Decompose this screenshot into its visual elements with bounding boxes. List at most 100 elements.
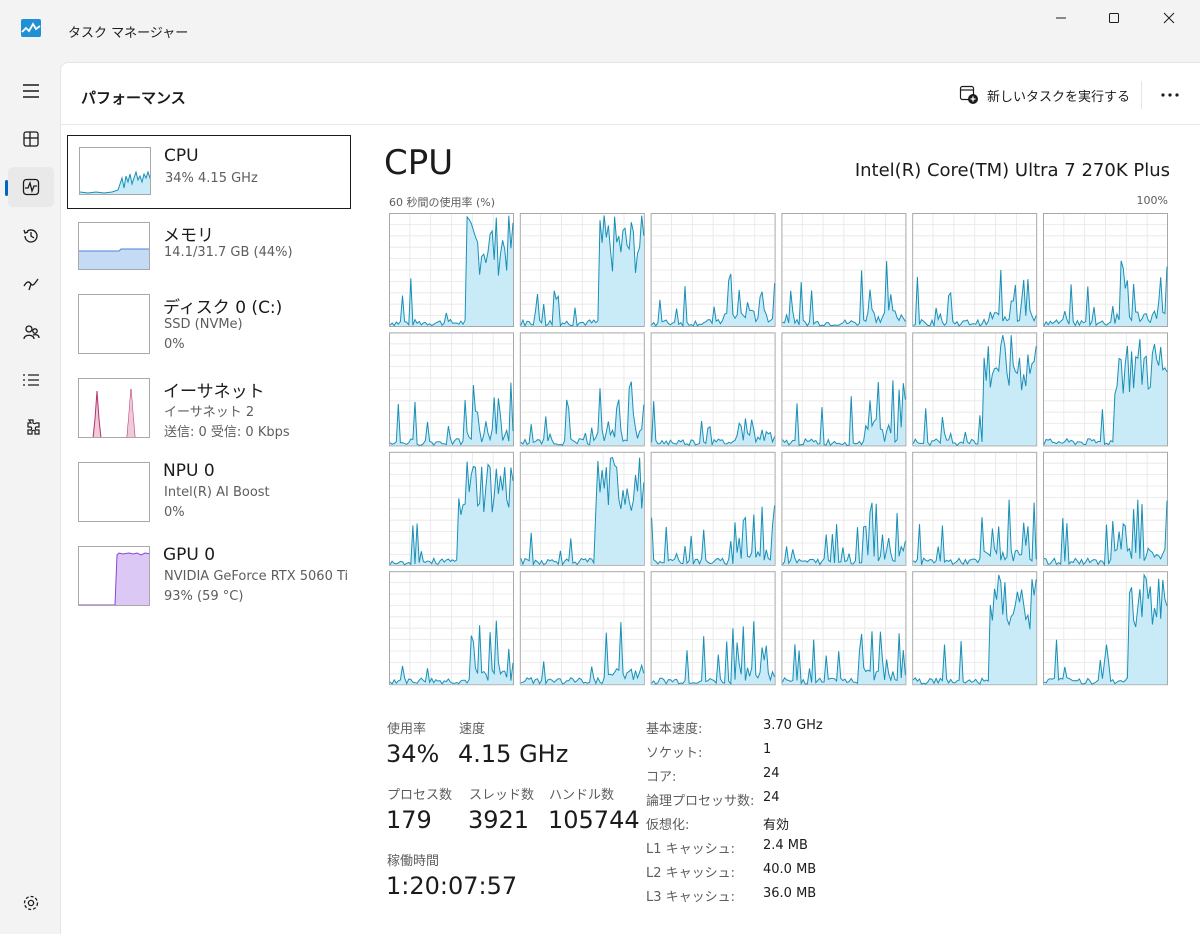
core-graph <box>781 213 907 327</box>
core-graph <box>389 571 514 686</box>
core-graph <box>781 451 907 566</box>
processes-value: 179 <box>386 806 432 834</box>
device-item-npu[interactable]: NPU 0 Intel(R) AI Boost 0% <box>67 459 351 533</box>
minimize-button[interactable] <box>1038 0 1084 36</box>
app-history-icon[interactable] <box>18 223 44 249</box>
nav-active-indicator <box>5 180 8 196</box>
disk-thumbnail-graph <box>78 294 150 354</box>
startup-apps-icon[interactable] <box>18 271 44 297</box>
task-manager-app-icon <box>21 19 41 37</box>
spec-value: 24 <box>763 790 780 805</box>
device-name: ディスク 0 (C:) <box>163 298 283 318</box>
device-detail-2: 93% (59 °C) <box>164 589 244 604</box>
logical-processor-graphs <box>389 213 1168 686</box>
spec-value: 2.4 MB <box>763 838 808 853</box>
device-item-gpu[interactable]: GPU 0 NVIDIA GeForce RTX 5060 Ti 93% (59… <box>67 543 351 617</box>
device-detail-2: 0% <box>164 505 185 520</box>
spec-label: L2 キャッシュ: <box>646 866 736 881</box>
device-name: メモリ <box>163 226 214 246</box>
close-icon <box>1163 12 1175 24</box>
device-detail: SSD (NVMe) <box>164 317 243 332</box>
device-detail: Intel(R) AI Boost <box>164 485 270 500</box>
core-graph <box>1043 213 1168 327</box>
spec-label: コア: <box>646 770 677 785</box>
device-detail-2: 送信: 0 受信: 0 Kbps <box>164 425 290 440</box>
title-bar: タスク マネージャー <box>0 0 1200 60</box>
core-graph <box>650 571 776 686</box>
core-graph <box>650 451 776 566</box>
graph-max-label: 100% <box>1136 194 1168 207</box>
core-graph <box>650 332 776 447</box>
device-item-disk[interactable]: ディスク 0 (C:) SSD (NVMe) 0% <box>67 291 351 365</box>
device-detail-2: 0% <box>164 337 185 352</box>
npu-thumbnail-graph <box>78 462 150 522</box>
users-icon[interactable] <box>18 319 44 345</box>
uptime-value: 1:20:07:57 <box>386 872 518 900</box>
header-divider <box>1141 81 1142 109</box>
core-graph <box>389 332 514 447</box>
settings-icon[interactable] <box>18 890 44 916</box>
core-graph <box>1043 451 1168 567</box>
run-new-task-label: 新しいタスクを実行する <box>987 89 1131 105</box>
core-graph <box>519 213 645 328</box>
gpu-thumbnail-graph <box>78 546 150 606</box>
handles-value: 105744 <box>548 806 640 834</box>
performance-icon[interactable] <box>18 174 44 200</box>
page-title: パフォーマンス <box>81 89 186 107</box>
device-item-memory[interactable]: メモリ 14.1/31.7 GB (44%) <box>67 219 351 293</box>
hamburger-menu-icon[interactable] <box>18 78 44 104</box>
usage-value: 34% <box>386 740 440 768</box>
spec-value: 3.70 GHz <box>763 718 823 733</box>
threads-value: 3921 <box>468 806 530 834</box>
spec-label: 論理プロセッサ数: <box>646 794 755 809</box>
speed-value: 4.15 GHz <box>458 740 569 768</box>
core-graph <box>912 571 1038 686</box>
spec-label: 基本速度: <box>646 722 703 737</box>
usage-label: 使用率 <box>387 722 427 737</box>
core-graph <box>781 332 907 447</box>
handles-label: ハンドル数 <box>549 788 615 803</box>
speed-label: 速度 <box>459 722 486 737</box>
spec-value: 36.0 MB <box>763 886 817 901</box>
device-name: CPU <box>164 146 199 166</box>
spec-value: 24 <box>763 766 780 781</box>
spec-label: L3 キャッシュ: <box>646 890 736 905</box>
maximize-button[interactable] <box>1091 0 1137 36</box>
uptime-label: 稼働時間 <box>387 854 440 869</box>
core-graph <box>519 332 645 447</box>
spec-value: 1 <box>763 742 772 757</box>
spec-label: L1 キャッシュ: <box>646 842 736 857</box>
core-graph <box>912 332 1038 447</box>
device-item-ethernet[interactable]: イーサネット イーサネット 2 送信: 0 受信: 0 Kbps <box>67 375 351 449</box>
more-icon <box>1161 93 1179 97</box>
device-detail: イーサネット 2 <box>164 405 255 420</box>
cpu-thumbnail-graph <box>79 147 151 195</box>
core-graph <box>519 451 645 567</box>
device-name: イーサネット <box>163 382 265 402</box>
processes-icon[interactable] <box>18 126 44 152</box>
core-graph <box>781 571 907 686</box>
close-button[interactable] <box>1146 0 1192 36</box>
spec-value: 有効 <box>763 818 790 833</box>
device-name: NPU 0 <box>163 461 215 481</box>
details-icon[interactable] <box>18 367 44 393</box>
more-options-button[interactable] <box>1155 83 1185 107</box>
cpu-model-name: Intel(R) Core(TM) Ultra 7 270K Plus <box>854 160 1170 181</box>
processes-label: プロセス数 <box>387 788 453 803</box>
device-item-cpu[interactable]: CPU 34% 4.15 GHz <box>67 135 351 209</box>
device-detail: NVIDIA GeForce RTX 5060 Ti <box>164 569 349 584</box>
device-detail: 14.1/31.7 GB (44%) <box>164 245 293 260</box>
window-title: タスク マネージャー <box>68 26 189 41</box>
cpu-heading: CPU <box>384 143 454 183</box>
spec-value: 40.0 MB <box>763 862 817 877</box>
spec-label: ソケット: <box>646 746 703 761</box>
core-graph <box>519 571 645 686</box>
new-task-icon <box>959 85 978 104</box>
content-panel: パフォーマンス 新しいタスクを実行する CPU 34% 4.15 GHz メモリ… <box>60 62 1200 934</box>
core-graph <box>1043 571 1168 686</box>
core-graph <box>389 451 514 566</box>
services-icon[interactable] <box>18 415 44 441</box>
run-new-task-button[interactable]: 新しいタスクを実行する <box>959 83 1130 107</box>
maximize-icon <box>1109 13 1119 23</box>
core-graph <box>650 213 776 328</box>
